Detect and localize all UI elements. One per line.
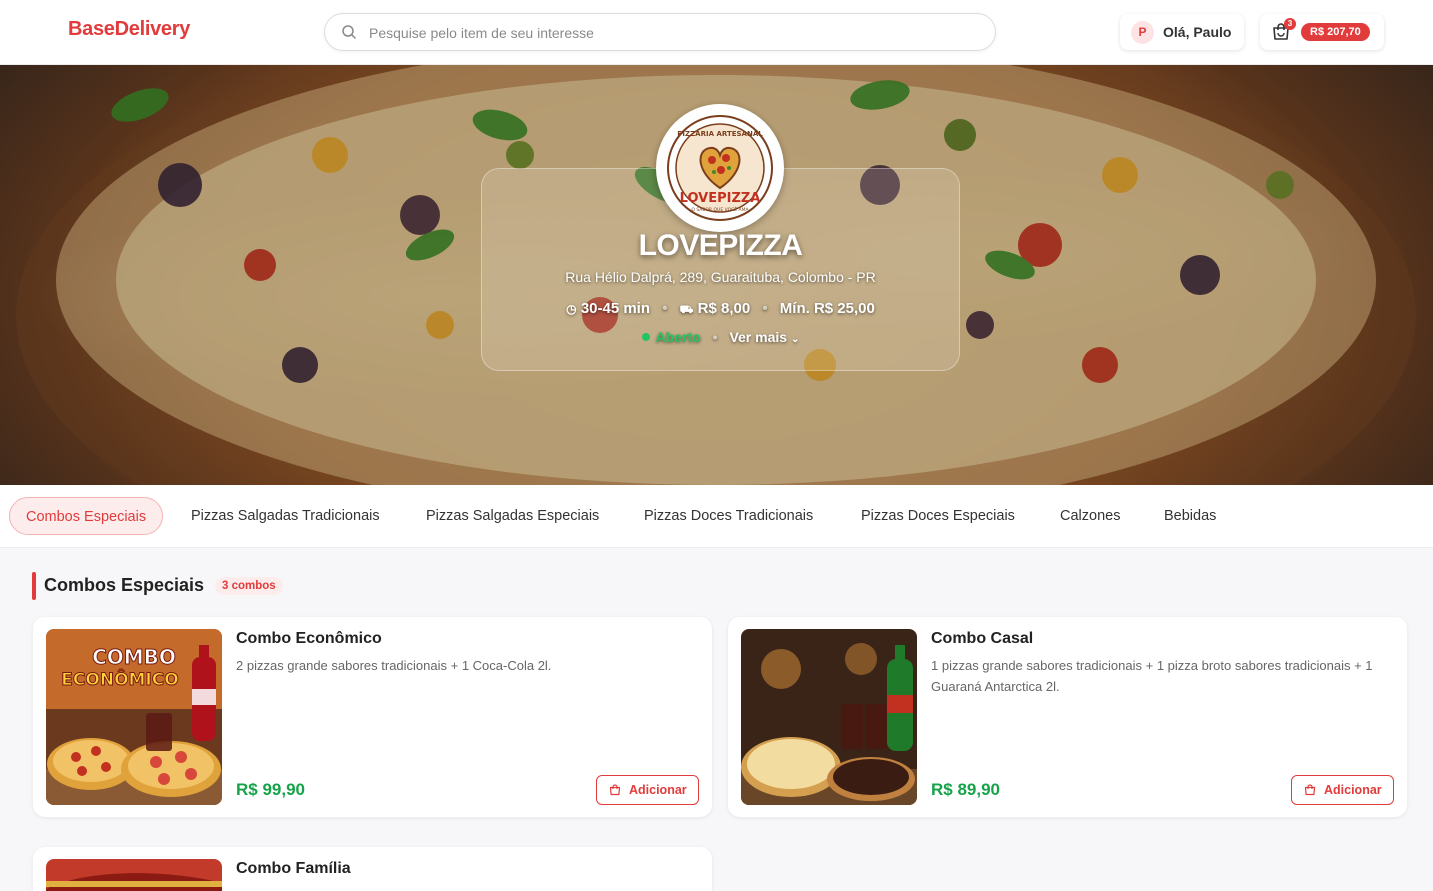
category-tabs: Combos Especiais Pizzas Salgadas Tradici… [0, 485, 1433, 548]
product-description: 1 pizzas grande sabores tradicionais + 1… [931, 658, 1373, 694]
tab-pizzas-salgadas-especiais[interactable]: Pizzas Salgadas Especiais [410, 497, 615, 535]
chevron-down-icon: ⌄ [790, 334, 800, 345]
add-to-cart-button[interactable]: Adicionar [1291, 775, 1394, 805]
tab-combos-especiais[interactable]: Combos Especiais [9, 497, 164, 535]
product-name: Combo Econômico [236, 630, 382, 647]
open-status: Aberto [641, 329, 701, 345]
cart-count-badge: 3 [1284, 18, 1296, 30]
product-name: Combo Família [236, 860, 351, 877]
product-card-combo-familia[interactable]: Combo Família [33, 847, 712, 891]
product-price: R$ 89,90 [931, 780, 1000, 799]
app-logo[interactable]: BaseDelivery [68, 18, 190, 41]
search-icon [342, 25, 356, 39]
delivery-time: 30-45 min [580, 300, 651, 317]
store-logo-top-text: PIZZARIA ARTESANAL [677, 130, 763, 138]
user-greeting: Olá, Paulo [1163, 24, 1232, 40]
tab-pizzas-doces-tradicionais[interactable]: Pizzas Doces Tradicionais [628, 497, 829, 535]
add-button-label: Adicionar [1324, 783, 1382, 797]
avatar: P [1131, 21, 1154, 44]
section-accent-bar [32, 572, 36, 600]
clock-icon: ◷ [566, 302, 577, 316]
product-name: Combo Casal [931, 630, 1034, 647]
store-name: LOVEPIZZA [638, 229, 803, 262]
product-image: COMBO ECONÔMICO [46, 629, 222, 805]
delivery-truck-icon: ⛟ [679, 304, 694, 316]
store-status-row: Aberto • Ver mais ⌄ [481, 329, 960, 345]
shopping-bag-icon [1304, 784, 1316, 796]
open-status-label: Aberto [655, 329, 701, 345]
cart-total-badge: R$ 207,70 [1301, 23, 1370, 41]
top-navbar: BaseDelivery P Olá, Paulo 3 R$ 207,70 [0, 0, 1433, 65]
section-title: Combos Especiais [44, 575, 205, 595]
add-to-cart-button[interactable]: Adicionar [596, 775, 699, 805]
store-logo: PIZZARIA ARTESANAL LOVEPIZZA O SABOR QUE… [656, 104, 784, 232]
product-image-title-line-2: ECONÔMICO [61, 668, 178, 690]
product-card-combo-economico[interactable]: COMBO ECONÔMICO Combo Econômico 2 pizzas… [33, 617, 712, 817]
tab-pizzas-doces-especiais[interactable]: Pizzas Doces Especiais [845, 497, 1031, 535]
minimum-order: Mín. R$ 25,00 [779, 300, 875, 317]
search-input[interactable] [369, 23, 969, 43]
section-count-badge: 3 combos [215, 577, 283, 595]
user-menu-button[interactable]: P Olá, Paulo [1120, 14, 1244, 50]
store-meta-row: ◷ 30-45 min • ⛟ R$ 8,00 • Mín. R$ 25,00 [566, 300, 875, 317]
product-description: 2 pizzas grande sabores tradicionais + 1… [236, 658, 552, 673]
cart-button[interactable]: 3 R$ 207,70 [1260, 14, 1384, 50]
status-dot-icon [641, 333, 650, 341]
store-logo-main-text: LOVEPIZZA [680, 191, 761, 206]
search-bar[interactable] [324, 13, 996, 51]
see-more-button[interactable]: Ver mais ⌄ [729, 329, 799, 345]
delivery-fee: R$ 8,00 [697, 300, 751, 317]
see-more-label: Ver mais [729, 329, 788, 345]
product-image [741, 629, 917, 805]
product-card-combo-casal[interactable]: Combo Casal 1 pizzas grande sabores trad… [728, 617, 1407, 817]
store-logo-image: PIZZARIA ARTESANAL LOVEPIZZA O SABOR QUE… [667, 115, 773, 221]
tab-bebidas[interactable]: Bebidas [1148, 497, 1232, 535]
tab-pizzas-salgadas-tradicionais[interactable]: Pizzas Salgadas Tradicionais [175, 497, 396, 535]
add-button-label: Adicionar [629, 783, 687, 797]
store-address: Rua Hélio Dalprá, 289, Guaraituba, Colom… [565, 269, 876, 285]
product-image-title-line-1: COMBO [92, 645, 176, 669]
product-image [46, 859, 222, 891]
shopping-bag-icon [609, 784, 621, 796]
tab-calzones[interactable]: Calzones [1044, 497, 1136, 535]
product-price: R$ 99,90 [236, 780, 305, 799]
